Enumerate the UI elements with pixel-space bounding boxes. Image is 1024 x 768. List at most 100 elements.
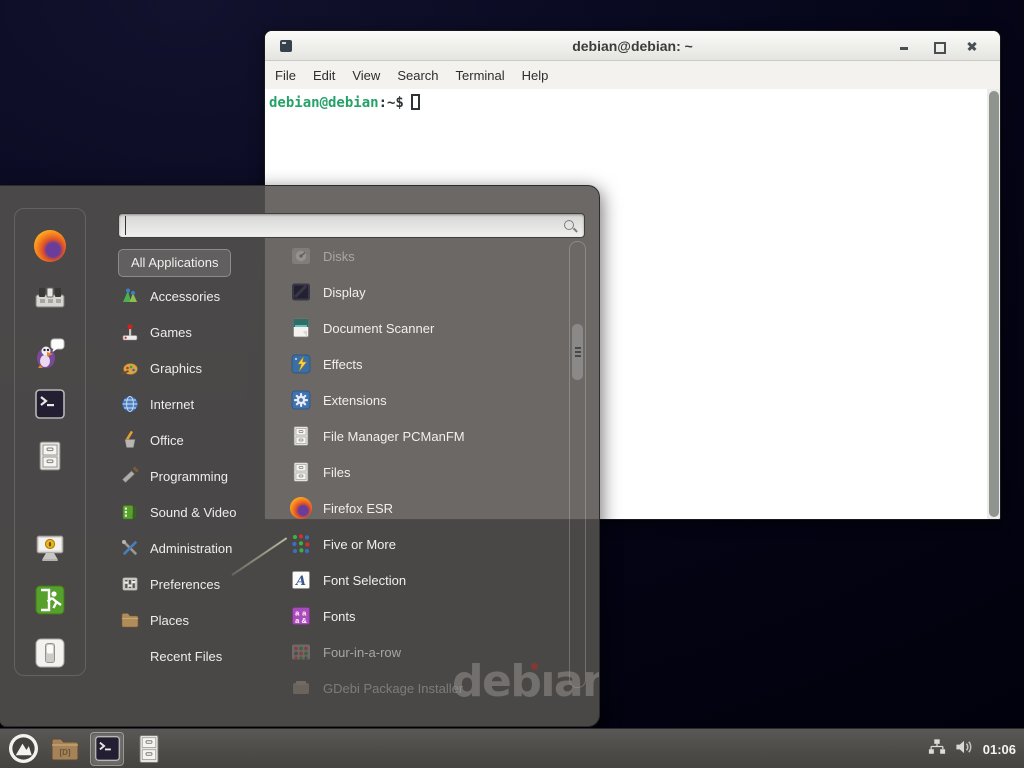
app-item-disks[interactable]: Disks xyxy=(290,238,562,274)
programming-icon xyxy=(120,466,140,486)
app-item-effects[interactable]: Effects xyxy=(290,346,562,382)
minimize-button[interactable] xyxy=(898,40,910,52)
app-item-extensions[interactable]: Extensions xyxy=(290,382,562,418)
prompt-user-host: debian@debian xyxy=(269,95,379,111)
category-games[interactable]: Games xyxy=(118,314,278,350)
firefox-icon[interactable] xyxy=(34,230,66,262)
volume-tray-icon[interactable] xyxy=(955,738,974,761)
app-item-display[interactable]: Display xyxy=(290,274,562,310)
file-cabinet-glyph xyxy=(34,440,66,472)
search-input[interactable] xyxy=(125,216,555,235)
maximize-button[interactable] xyxy=(932,40,944,52)
pidgin-icon[interactable] xyxy=(34,337,66,369)
folder-icon: [D] xyxy=(50,736,80,762)
software-mixer-icon[interactable] xyxy=(34,283,66,315)
app-item-font-selection[interactable]: A Font Selection xyxy=(290,562,562,598)
app-item-document-scanner[interactable]: Document Scanner xyxy=(290,310,562,346)
taskbar-file-manager-button[interactable]: [D] xyxy=(48,732,82,766)
file-cabinet-icon xyxy=(137,734,161,764)
taskbar-files-button[interactable] xyxy=(132,732,166,766)
internet-icon xyxy=(120,394,140,414)
menu-button[interactable] xyxy=(6,732,40,766)
file-manager-icon[interactable] xyxy=(34,440,66,472)
shutdown-glyph xyxy=(34,637,66,669)
application-list: Disks Display Document Scanner Effects E… xyxy=(290,238,562,706)
shutdown-icon[interactable] xyxy=(34,637,66,669)
category-programming[interactable]: Programming xyxy=(118,458,278,494)
category-sound-video[interactable]: Sound & Video xyxy=(118,494,278,530)
menu-help[interactable]: Help xyxy=(522,68,549,83)
search-icon xyxy=(563,219,577,233)
logout-glyph xyxy=(34,584,66,616)
app-item-firefox-esr[interactable]: Firefox ESR xyxy=(290,490,562,526)
network-icon xyxy=(928,738,946,756)
debian-watermark-dot xyxy=(531,663,538,670)
menu-search-box xyxy=(118,213,585,238)
menu-scrollbar-thumb[interactable] xyxy=(572,324,583,380)
close-button[interactable] xyxy=(966,40,978,52)
display-icon xyxy=(290,281,312,303)
menu-search[interactable]: Search xyxy=(397,68,438,83)
terminal-glyph xyxy=(34,388,66,420)
terminal-launcher-icon[interactable] xyxy=(34,388,66,420)
file-cabinet-icon xyxy=(290,425,312,447)
svg-text:[D]: [D] xyxy=(59,748,70,757)
terminal-cursor xyxy=(411,94,420,110)
terminal-menubar: File Edit View Search Terminal Help xyxy=(265,61,1000,89)
application-menu: All Applications Accessories Games Graph… xyxy=(0,185,600,727)
category-preferences[interactable]: Preferences xyxy=(118,566,278,602)
terminal-titlebar[interactable]: debian@debian: ~ xyxy=(265,31,1000,61)
network-tray-icon[interactable] xyxy=(928,738,946,761)
mixer-glyph xyxy=(34,283,66,315)
firefox-esr-icon xyxy=(290,497,312,519)
app-item-files[interactable]: Files xyxy=(290,454,562,490)
extensions-icon xyxy=(290,389,312,411)
document-scanner-icon xyxy=(290,317,312,339)
menu-file[interactable]: File xyxy=(275,68,296,83)
category-places[interactable]: Places xyxy=(118,602,278,638)
svg-text:A: A xyxy=(294,574,306,589)
menu-terminal[interactable]: Terminal xyxy=(456,68,505,83)
terminal-window-title: debian@debian: ~ xyxy=(572,38,693,54)
firefox-logo xyxy=(34,230,66,262)
clock[interactable]: 01:06 xyxy=(983,742,1016,757)
effects-icon xyxy=(290,353,312,375)
svg-text:&: & xyxy=(301,616,307,625)
category-column: All Applications Accessories Games Graph… xyxy=(118,249,278,674)
category-recent-files[interactable]: Recent Files xyxy=(118,638,278,674)
preferences-icon xyxy=(120,574,140,594)
menu-view[interactable]: View xyxy=(352,68,380,83)
games-icon xyxy=(120,322,140,342)
app-item-five-or-more[interactable]: Five or More xyxy=(290,526,562,562)
debian-watermark: debıan xyxy=(452,656,600,707)
administration-icon xyxy=(120,538,140,558)
speaker-icon xyxy=(955,738,974,756)
terminal-scrollbar-thumb[interactable] xyxy=(989,91,999,517)
menu-edit[interactable]: Edit xyxy=(313,68,335,83)
fonts-icon: aaa& xyxy=(290,605,312,627)
taskbar: [D] 01:06 xyxy=(0,728,1024,768)
pidgin-glyph xyxy=(34,337,66,369)
category-all-applications[interactable]: All Applications xyxy=(118,249,231,277)
office-icon xyxy=(120,430,140,450)
category-internet[interactable]: Internet xyxy=(118,386,278,422)
terminal-scrollbar[interactable] xyxy=(987,89,1000,519)
lock-screen-icon[interactable] xyxy=(34,532,66,564)
gdebi-icon xyxy=(290,677,312,699)
menu-button-icon xyxy=(8,733,39,764)
prompt-path: :~$ xyxy=(379,95,404,111)
logout-icon[interactable] xyxy=(34,584,66,616)
category-accessories[interactable]: Accessories xyxy=(118,278,278,314)
places-folder-icon xyxy=(120,610,140,630)
menu-scrollbar[interactable] xyxy=(569,241,586,688)
files-icon xyxy=(290,461,312,483)
accessories-icon xyxy=(120,286,140,306)
terminal-icon xyxy=(94,735,121,762)
category-graphics[interactable]: Graphics xyxy=(118,350,278,386)
category-office[interactable]: Office xyxy=(118,422,278,458)
taskbar-terminal-button[interactable] xyxy=(90,732,124,766)
font-selection-icon: A xyxy=(290,569,312,591)
app-item-file-manager-pcmanfm[interactable]: File Manager PCManFM xyxy=(290,418,562,454)
five-or-more-icon xyxy=(290,533,312,555)
app-item-fonts[interactable]: aaa& Fonts xyxy=(290,598,562,634)
